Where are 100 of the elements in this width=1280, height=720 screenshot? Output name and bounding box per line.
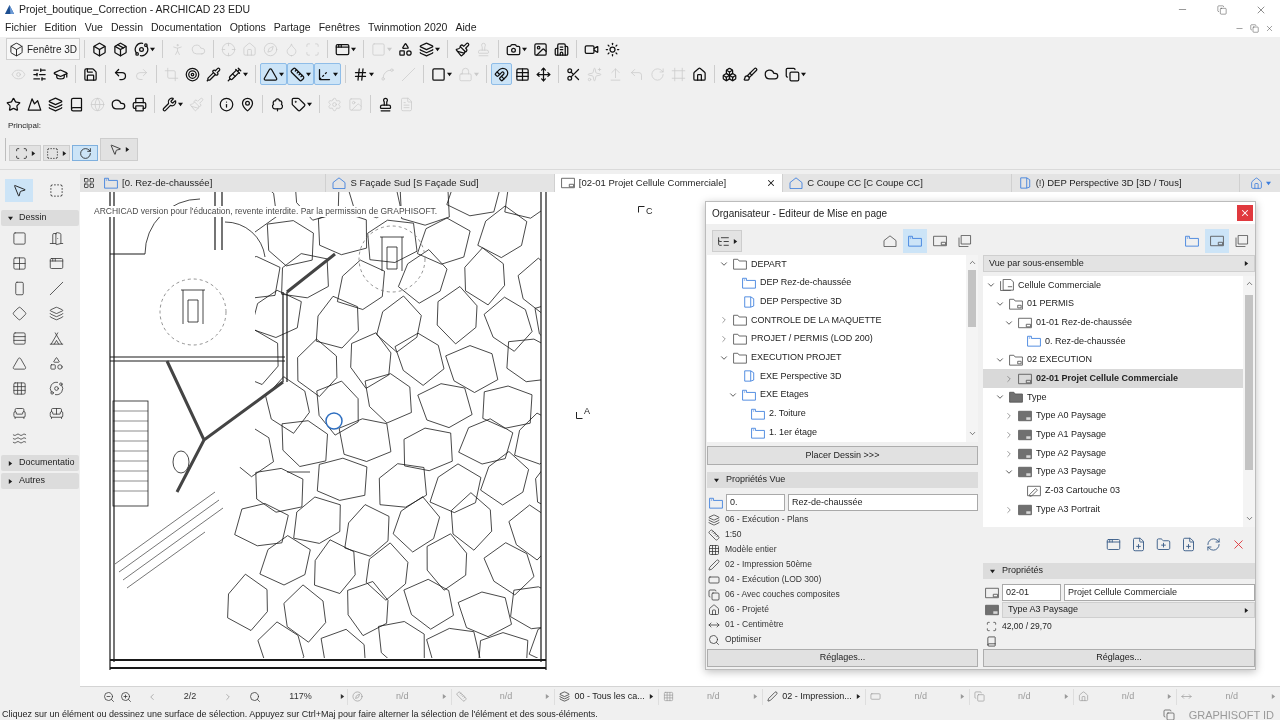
close-icon	[1240, 208, 1250, 218]
scrollbar-thumb[interactable]	[1245, 295, 1253, 470]
caret-right-icon	[441, 694, 447, 699]
menu-item[interactable]: Partage	[269, 19, 315, 37]
place-drawing-button[interactable]: Placer Dessin >>>	[707, 446, 978, 465]
3d-window-button[interactable]: Fenêtre 3D	[6, 38, 81, 60]
sheet-icon	[1018, 503, 1032, 516]
zoom-out-button[interactable]	[102, 689, 116, 704]
master-dropdown[interactable]: Type A3 Paysage	[1002, 602, 1255, 618]
tree-item[interactable]: EXE Etages	[707, 385, 966, 405]
caret-right-icon	[960, 694, 966, 699]
section-header[interactable]: Documentatio	[1, 455, 79, 471]
menu-item[interactable]: Aide	[451, 19, 481, 37]
view-mode-button[interactable]	[1205, 229, 1229, 253]
settings-button[interactable]: Réglages...	[707, 649, 978, 667]
scrollbar[interactable]	[966, 255, 978, 442]
layers-icon	[708, 513, 720, 526]
scrollbar-thumb[interactable]	[968, 270, 976, 327]
section-header[interactable]: Dessin	[1, 210, 79, 226]
section-header[interactable]: Propriétés Vue	[707, 472, 978, 488]
stacked-squares-icon[interactable]	[1162, 709, 1175, 720]
tree-item[interactable]: 02-01 Projet Cellule Commerciale	[983, 369, 1243, 389]
info-box-button[interactable]	[72, 145, 98, 161]
menu-item[interactable]: Fichier	[1, 19, 41, 37]
tree-item[interactable]: DEP Perspective 3D	[707, 292, 966, 312]
tree-item[interactable]: 1. 1er étage	[707, 423, 966, 442]
tree-item[interactable]: Type A1 Paysage	[983, 425, 1243, 445]
section-header[interactable]: Propriétés	[983, 563, 1255, 579]
caret-right-icon	[1063, 694, 1069, 699]
tree-item[interactable]: EXECUTION PROJET	[707, 348, 966, 368]
input-field[interactable]: 0.	[726, 494, 785, 511]
tree-item[interactable]: DEPART	[707, 255, 966, 274]
close-button[interactable]	[1237, 205, 1253, 221]
dropdown[interactable]: 00 - Tous les ca...	[554, 688, 658, 705]
toolbox-tool[interactable]	[5, 179, 33, 202]
folder-icon	[733, 258, 747, 271]
tree-item[interactable]: 01 PERMIS	[983, 294, 1243, 314]
chevron-down-icon	[1244, 514, 1254, 523]
input-field[interactable]: Rez-de-chaussée	[788, 494, 978, 511]
close-icon[interactable]	[766, 178, 777, 188]
caret-down-icon	[333, 71, 338, 77]
view-tab[interactable]: [02-01 Projet Cellule Commerciale]	[554, 174, 784, 192]
triangle-icon	[12, 356, 27, 371]
input-field[interactable]: Projet Cellule Commerciale	[1064, 584, 1255, 601]
tree-item[interactable]: Type	[983, 388, 1243, 407]
tree-item[interactable]: Type A3 Portrait	[983, 500, 1243, 519]
section-header[interactable]: Autres	[1, 473, 79, 489]
toolbar-button[interactable]	[260, 63, 287, 85]
menu-item[interactable]: Dessin	[106, 19, 148, 37]
view-dropdown[interactable]: Vue par sous-ensemble	[983, 255, 1255, 272]
tree-item[interactable]: Cellule Commerciale	[983, 276, 1243, 295]
section-marker-label: C	[646, 206, 653, 216]
sheet-icon	[1210, 235, 1224, 247]
layers-icon	[559, 691, 571, 702]
menu-item[interactable]: Edition	[40, 19, 81, 37]
menu-item[interactable]: Fenêtres	[314, 19, 365, 37]
zoom-in-icon	[120, 690, 132, 703]
tree-item[interactable]: 02 EXECUTION	[983, 350, 1243, 370]
menu-item[interactable]: Documentation	[147, 19, 226, 37]
info-box-button[interactable]	[9, 145, 41, 161]
settings-button[interactable]: Réglages...	[983, 649, 1255, 667]
menu-item[interactable]: Options	[225, 19, 270, 37]
scrollbar[interactable]	[1243, 276, 1255, 527]
house-outline-icon	[332, 177, 347, 189]
zoom-in-button[interactable]	[119, 689, 133, 704]
tree-item[interactable]: Type A2 Paysage	[983, 444, 1243, 463]
caret-down-icon	[279, 71, 284, 77]
house-icon	[708, 603, 720, 616]
tree-item[interactable]: 0. Rez-de-chaussée	[983, 332, 1243, 351]
menu-item[interactable]: Vue	[80, 19, 107, 37]
caret-down-icon	[243, 71, 248, 77]
dropdown[interactable]: 02 - Impression...	[761, 688, 866, 705]
tree-item[interactable]: 01-01 Rez-de-chaussée	[983, 313, 1243, 333]
input-field[interactable]: 02-01	[1002, 584, 1061, 601]
tree-item[interactable]: EXE Perspective 3D	[707, 367, 966, 386]
info-box-button[interactable]	[43, 145, 70, 161]
window-title: Projet_boutique_Correction - ARCHICAD 23 EDU	[19, 1, 251, 17]
tree-item[interactable]: 2. Toiture	[707, 404, 966, 424]
diamond-icon	[12, 306, 27, 321]
toolbar-button[interactable]	[314, 63, 341, 85]
info-box-button[interactable]	[100, 138, 138, 161]
view-options-button[interactable]	[712, 230, 742, 252]
folder-plus-icon	[1156, 536, 1171, 552]
corner-bracket-icon	[638, 206, 645, 213]
folder-outline-icon	[709, 496, 723, 509]
folder-outline-icon	[1185, 235, 1199, 247]
folder-outline-icon	[908, 235, 922, 247]
house-outline-icon	[789, 177, 804, 189]
tree-item[interactable]: Type A0 Paysage	[983, 406, 1243, 426]
tree-item[interactable]: Z-03 Cartouche 03	[983, 481, 1243, 501]
zoom-dropdown[interactable]: 117%	[247, 688, 347, 705]
caret-right-icon	[545, 694, 551, 699]
view-mode-button[interactable]	[903, 229, 927, 253]
sheet-icon	[985, 586, 999, 599]
toolbar-button[interactable]	[287, 63, 314, 85]
tree-item[interactable]: Type A3 Paysage	[983, 462, 1243, 482]
menu-item[interactable]: Twinmotion 2020	[364, 19, 452, 37]
tree-item[interactable]: CONTROLE DE LA MAQUETTE	[707, 311, 966, 330]
tree-item[interactable]: PROJET / PERMIS (LOD 200)	[707, 329, 966, 349]
tree-item[interactable]: DEP Rez-de-chaussée	[707, 273, 966, 293]
